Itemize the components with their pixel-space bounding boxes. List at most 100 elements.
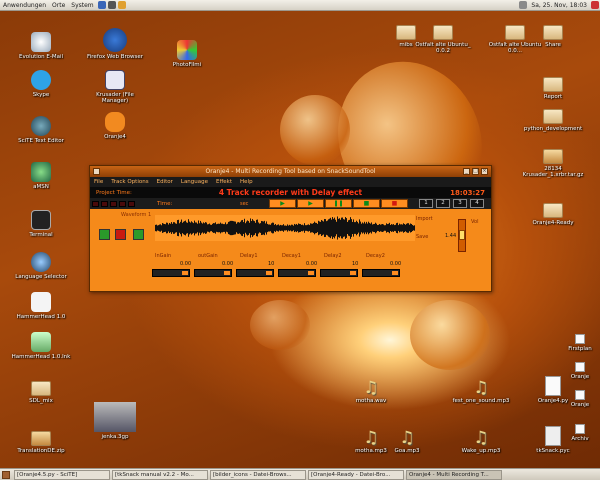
maximize-icon[interactable]: □ bbox=[472, 168, 479, 175]
desktop-archive-krusader[interactable]: 28134 Krusader_1.xrbr.tar.gz bbox=[522, 146, 584, 178]
param-slider-decay2[interactable] bbox=[362, 269, 400, 277]
menu-editor[interactable]: Editor bbox=[153, 179, 177, 185]
desktop-icon-label: Evolution E-Mail bbox=[18, 54, 64, 60]
param-slider-delay1[interactable] bbox=[236, 269, 274, 277]
waveform-label: Waveform 1 bbox=[121, 212, 152, 218]
folder-icon bbox=[31, 381, 51, 396]
desktop-folder-python-dev[interactable]: python_development bbox=[522, 106, 584, 132]
mail-launcher-icon[interactable] bbox=[107, 1, 116, 9]
desktop-icon-label: aMSN bbox=[33, 184, 49, 190]
track-2-button[interactable]: 2 bbox=[436, 199, 450, 208]
record-button[interactable]: ■ bbox=[381, 199, 408, 208]
menu-system[interactable]: System bbox=[68, 2, 96, 9]
desktop-icon-evolution[interactable]: Evolution E-Mail bbox=[10, 32, 72, 60]
transport-row: Time: sec ▶ ▶ ❚❚ ■ ■ 1 2 3 4 bbox=[90, 198, 491, 209]
help-launcher-icon[interactable] bbox=[117, 1, 126, 9]
track-4-button[interactable]: 4 bbox=[470, 199, 484, 208]
desktop-icon-jenka-video[interactable]: jenka.3gp bbox=[84, 402, 146, 440]
desktop-icon-hammerhead[interactable]: HammerHead 1.0 bbox=[10, 292, 72, 320]
volume-slider-knob[interactable] bbox=[459, 230, 465, 240]
desktop-icon-terminal[interactable]: Terminal bbox=[10, 210, 72, 238]
desktop-icon-label: Ostfalt alte Ubuntu_ 0.0.2 bbox=[415, 42, 471, 54]
desktop-file-oranje-1[interactable]: Oranje bbox=[560, 362, 600, 380]
menu-applications[interactable]: Anwendungen bbox=[0, 2, 49, 9]
desktop-icon-label: Wake_up.mp3 bbox=[461, 448, 501, 454]
music-note-icon: ♫ bbox=[473, 428, 489, 448]
desktop-folder-oranje4-ready[interactable]: Oranje4-Ready bbox=[522, 200, 584, 226]
music-note-icon: ♫ bbox=[399, 428, 415, 448]
music-note-icon: ♫ bbox=[473, 378, 489, 398]
desktop-icon-label: HammerHead 1.0 bbox=[16, 314, 66, 320]
stop-button[interactable]: ■ bbox=[353, 199, 380, 208]
menu-track-options[interactable]: Track Options bbox=[107, 179, 152, 185]
desktop-folder-ostfalt-1[interactable]: Ostfalt alte Ubuntu_ 0.0.2 bbox=[412, 22, 474, 54]
desktop-icon-label: PhotoFilmi bbox=[172, 62, 202, 68]
menu-file[interactable]: File bbox=[90, 179, 107, 185]
desktop-file-oranje-2[interactable]: Oranje bbox=[560, 390, 600, 408]
desktop-icon-hammerhead-lnk[interactable]: HammerHead 1.0.lnk bbox=[10, 332, 72, 360]
track-play-button[interactable] bbox=[99, 229, 110, 240]
param-slider-decay1[interactable] bbox=[278, 269, 316, 277]
show-desktop-icon[interactable] bbox=[2, 471, 10, 479]
desktop-icon-translation-zip[interactable]: TranslationDE.zip bbox=[10, 428, 72, 454]
taskbar-item-oranje4-app[interactable]: Oranje4 - Multi Recording T... bbox=[406, 469, 502, 480]
panel-clock[interactable]: Sa, 25. Nov, 18:03 bbox=[528, 2, 590, 9]
desktop-icon-language[interactable]: Language Selector bbox=[10, 252, 72, 280]
level-led bbox=[110, 200, 117, 207]
volume-icon[interactable] bbox=[519, 1, 528, 9]
desktop-icon-firefox[interactable]: Firefox Web Browser bbox=[84, 28, 146, 60]
track-3-button[interactable]: 3 bbox=[453, 199, 467, 208]
power-icon[interactable] bbox=[591, 1, 599, 9]
waveform-display[interactable] bbox=[155, 215, 415, 241]
desktop-icon-label: Language Selector bbox=[15, 274, 67, 280]
param-slider-outgain[interactable] bbox=[194, 269, 232, 277]
hammer-link-icon bbox=[31, 332, 51, 352]
desktop-icon-amsn[interactable]: aMSN bbox=[10, 162, 72, 190]
track-1-button[interactable]: 1 bbox=[419, 199, 433, 208]
desktop-icon-label: Oranje bbox=[570, 402, 590, 408]
level-led bbox=[101, 200, 108, 207]
save-button[interactable]: Save bbox=[416, 233, 436, 241]
desktop-icon-oranje4[interactable]: Oranje4 bbox=[84, 112, 146, 140]
desktop-file-motha-wav[interactable]: ♫ motha.wav bbox=[340, 378, 402, 404]
track-record-button[interactable] bbox=[115, 229, 126, 240]
desktop-icon-scite[interactable]: SciTE Text Editor bbox=[10, 116, 72, 144]
desktop-folder-report[interactable]: Report bbox=[522, 74, 584, 100]
window-menu-icon[interactable] bbox=[93, 168, 100, 175]
music-note-icon: ♫ bbox=[363, 378, 379, 398]
amsn-icon bbox=[31, 162, 51, 182]
taskbar-item-bilder-icons[interactable]: [bilder_icons - Datei-Brows... bbox=[210, 469, 306, 480]
menu-places[interactable]: Orte bbox=[49, 2, 68, 9]
taskbar-item-tksnack-manual[interactable]: [tkSnack manual v2.2 - Mo... bbox=[112, 469, 208, 480]
oranje4-window[interactable]: Oranje4 - Multi Recording Tool based on … bbox=[89, 165, 492, 292]
taskbar-item-scite[interactable]: [Oranje4.5.py - SciTE] bbox=[14, 469, 110, 480]
desktop-icon-sdl-mix[interactable]: SDL_mix bbox=[10, 378, 72, 404]
menu-help[interactable]: Help bbox=[236, 179, 257, 185]
menu-language[interactable]: Language bbox=[177, 179, 212, 185]
desktop-file-firstplan[interactable]: Firstplan bbox=[560, 334, 600, 352]
param-slider-delay2[interactable] bbox=[320, 269, 358, 277]
play-button[interactable]: ▶ bbox=[269, 199, 296, 208]
video-icon bbox=[94, 402, 136, 432]
volume-slider[interactable] bbox=[458, 219, 466, 252]
desktop-file-goa-mp3[interactable]: ♫ Goa.mp3 bbox=[376, 428, 438, 454]
play-all-button[interactable]: ▶ bbox=[297, 199, 324, 208]
track-stop-button[interactable] bbox=[133, 229, 144, 240]
desktop-file-fest-one-sound[interactable]: ♫ fest_one_sound.mp3 bbox=[450, 378, 512, 404]
header-row: Project Time: 4 Track recorder with Dela… bbox=[90, 187, 491, 198]
param-slider-ingain[interactable] bbox=[152, 269, 190, 277]
menu-effekt[interactable]: Effekt bbox=[212, 179, 236, 185]
desktop-icon-krusader[interactable]: Krusader (File Manager) bbox=[84, 70, 146, 104]
desktop-icon-photofilm[interactable]: PhotoFilmi bbox=[156, 40, 218, 68]
taskbar-item-oranje4-ready[interactable]: [Oranje4-Ready - Datei-Bro... bbox=[308, 469, 404, 480]
desktop-icon-skype[interactable]: Skype bbox=[10, 70, 72, 98]
firefox-launcher-icon[interactable] bbox=[97, 1, 106, 9]
desktop-file-archiv[interactable]: Archiv bbox=[560, 424, 600, 442]
window-titlebar[interactable]: Oranje4 - Multi Recording Tool based on … bbox=[90, 166, 491, 177]
desktop-file-wake-up-mp3[interactable]: ♫ Wake_up.mp3 bbox=[450, 428, 512, 454]
minimize-icon[interactable]: _ bbox=[463, 168, 470, 175]
import-button[interactable]: Import bbox=[416, 215, 436, 223]
close-icon[interactable]: × bbox=[481, 168, 488, 175]
desktop-folder-share[interactable]: Share bbox=[522, 22, 584, 48]
pause-button[interactable]: ❚❚ bbox=[325, 199, 352, 208]
